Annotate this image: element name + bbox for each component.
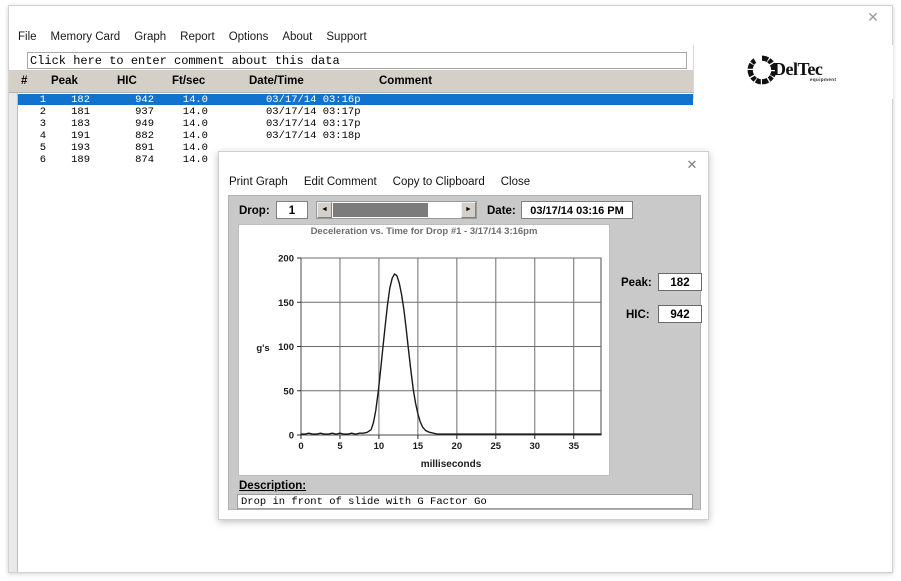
column-header-comment[interactable]: Comment	[379, 75, 432, 87]
deltec-logo: DelTec equipment	[746, 50, 871, 92]
cell-datetime: 03/17/14 03:17p	[266, 106, 361, 118]
menu-item-about[interactable]: About	[275, 30, 319, 44]
axis-tick-label-x: 20	[452, 441, 463, 452]
cell-ftsec: 14.0	[182, 130, 208, 142]
cell-hic: 882	[135, 130, 154, 142]
cell-num: 1	[39, 94, 46, 106]
axis-tick-label-x: 35	[568, 441, 579, 452]
scrollbar-thumb[interactable]	[333, 203, 428, 217]
axis-label-x: milliseconds	[421, 459, 482, 470]
brand-logo-panel: DelTec equipment	[693, 45, 893, 99]
application-window: ✕ File Memory Card Graph Report Options About…	[8, 5, 893, 573]
cell-peak: 181	[71, 106, 90, 118]
cell-peak: 189	[71, 154, 90, 166]
window-close-button[interactable]: ✕	[858, 8, 888, 26]
menu-item-support[interactable]: Support	[319, 30, 373, 44]
table-row[interactable]: 1 182 942 14.0 03/17/14 03:16p	[18, 94, 693, 106]
column-header-num[interactable]: #	[21, 75, 27, 87]
axis-tick-label-y: 50	[283, 386, 294, 397]
table-row[interactable]: 4 191 882 14.0 03/17/14 03:18p	[18, 130, 693, 142]
cell-peak: 182	[71, 94, 90, 106]
cell-hic: 937	[135, 106, 154, 118]
column-header-ftsec[interactable]: Ft/sec	[172, 75, 205, 87]
axis-tick-label-y: 150	[278, 298, 294, 309]
axis-tick-label-x: 0	[298, 441, 303, 452]
axis-tick-label-x: 30	[529, 441, 540, 452]
menu-item-file[interactable]: File	[9, 30, 44, 44]
column-header-hic[interactable]: HIC	[117, 75, 137, 87]
menu-item-memory-card[interactable]: Memory Card	[44, 30, 128, 44]
logo-tagline: equipment	[810, 77, 837, 82]
cell-num: 4	[39, 130, 46, 142]
cell-hic: 891	[135, 142, 154, 154]
axis-tick-label-x: 10	[374, 441, 385, 452]
peak-readout-label: Peak:	[621, 277, 652, 289]
axis-tick-label-y: 200	[278, 254, 294, 265]
cell-num: 3	[39, 118, 46, 130]
hic-readout-value: 942	[658, 305, 702, 323]
axis-label-y: g's	[256, 343, 269, 354]
dialog-menu-edit-comment[interactable]: Edit Comment	[304, 176, 385, 188]
deceleration-chart-panel: Deceleration vs. Time for Drop #1 - 3/17…	[238, 224, 610, 476]
cell-ftsec: 14.0	[182, 106, 208, 118]
cell-ftsec: 14.0	[182, 118, 208, 130]
axis-tick-label-y: 100	[278, 342, 294, 353]
dialog-menubar: Print Graph Edit Comment Copy to Clipboard…	[219, 176, 708, 192]
dialog-menu-print-graph[interactable]: Print Graph	[229, 176, 296, 188]
cell-hic: 949	[135, 118, 154, 130]
dialog-menu-copy-to-clipboard[interactable]: Copy to Clipboard	[393, 176, 493, 188]
dialog-menu-close[interactable]: Close	[501, 176, 538, 188]
cell-datetime: 03/17/14 03:18p	[266, 130, 361, 142]
menu-item-report[interactable]: Report	[173, 30, 222, 44]
cell-num: 5	[39, 142, 46, 154]
scroll-left-arrow-icon[interactable]: ◄	[317, 202, 332, 218]
axis-tick-label-x: 5	[337, 441, 343, 452]
table-row-gutter	[9, 93, 18, 572]
data-comment-input[interactable]: Click here to enter comment about this d…	[27, 52, 687, 69]
axis-tick-label-y: 0	[289, 431, 294, 442]
cell-datetime: 03/17/14 03:16p	[266, 94, 361, 106]
drop-table-header: # Peak HIC Ft/sec Date/Time Comment	[9, 70, 693, 92]
drop-selector-label: Drop:	[239, 205, 270, 217]
deceleration-chart: 0 50 100 150 200 0 5 10 15 20 25 30 35 g's millisecond…	[256, 254, 602, 470]
column-header-peak[interactable]: Peak	[51, 75, 78, 87]
dialog-content-panel: Drop: 1 ◄ ► Date: 03/17/14 03:16 PM Dece…	[228, 195, 702, 510]
date-label: Date:	[487, 205, 516, 217]
cell-hic: 874	[135, 154, 154, 166]
cell-datetime: 03/17/14 03:17p	[266, 118, 361, 130]
description-input[interactable]: Drop in front of slide with G Factor Go	[237, 494, 693, 509]
hic-readout-label: HIC:	[626, 309, 650, 321]
drop-number-field[interactable]: 1	[276, 201, 308, 219]
menu-item-graph[interactable]: Graph	[127, 30, 173, 44]
cell-num: 6	[39, 154, 46, 166]
column-header-datetime[interactable]: Date/Time	[249, 75, 304, 87]
date-field[interactable]: 03/17/14 03:16 PM	[521, 201, 633, 219]
cell-peak: 193	[71, 142, 90, 154]
description-label: Description:	[239, 480, 307, 492]
axis-tick-label-x: 25	[491, 441, 502, 452]
cell-num: 2	[39, 106, 46, 118]
cell-hic: 942	[135, 94, 154, 106]
menu-item-options[interactable]: Options	[222, 30, 276, 44]
peak-readout-value: 182	[658, 273, 702, 291]
dialog-close-button[interactable]: ✕	[682, 157, 702, 173]
table-row[interactable]: 3 183 949 14.0 03/17/14 03:17p	[18, 118, 693, 130]
cell-ftsec: 14.0	[182, 142, 208, 154]
drop-scrollbar[interactable]: ◄ ►	[316, 201, 477, 219]
table-row[interactable]: 2 181 937 14.0 03/17/14 03:17p	[18, 106, 693, 118]
axis-tick-label-x: 15	[413, 441, 424, 452]
cell-ftsec: 14.0	[182, 94, 208, 106]
cell-peak: 191	[71, 130, 90, 142]
cell-peak: 183	[71, 118, 90, 130]
graph-dialog: ✕ Print Graph Edit Comment Copy to Clipboa…	[218, 151, 709, 520]
window-titlebar: ✕	[9, 6, 892, 28]
cell-ftsec: 14.0	[182, 154, 208, 166]
scroll-right-arrow-icon[interactable]: ►	[461, 202, 476, 218]
